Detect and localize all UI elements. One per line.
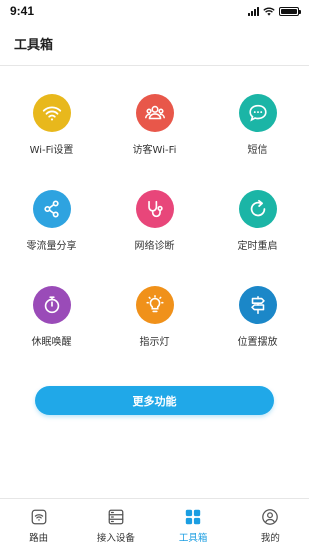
restart-icon bbox=[238, 190, 277, 228]
message-icon bbox=[238, 94, 277, 132]
tool-scheduled-restart[interactable]: 定时重启 bbox=[206, 162, 309, 258]
stethoscope-icon bbox=[135, 190, 174, 228]
page-title: 工具箱 bbox=[14, 38, 54, 53]
tab-router[interactable]: 路由 bbox=[0, 499, 77, 550]
status-icons bbox=[248, 6, 301, 16]
bulb-icon bbox=[135, 286, 174, 324]
tool-wifi-settings[interactable]: Wi-Fi设置 bbox=[0, 66, 103, 162]
toolbox-icon bbox=[185, 509, 201, 525]
battery-icon bbox=[279, 6, 301, 16]
more-features-button[interactable]: 更多功能 bbox=[35, 386, 274, 415]
tool-label: 短信 bbox=[247, 145, 268, 156]
tool-grid: Wi-Fi设置 访客Wi-Fi 短信 零流量分享 网络诊断 定时重启 休眠唤醒 … bbox=[0, 66, 309, 354]
tool-indicator-light[interactable]: 指示灯 bbox=[103, 258, 206, 354]
header: 工具箱 bbox=[0, 22, 309, 66]
tool-placement[interactable]: 位置摆放 bbox=[206, 258, 309, 354]
router-icon bbox=[31, 509, 47, 525]
status-bar: 9:41 bbox=[0, 0, 309, 22]
tool-label: 访客Wi-Fi bbox=[132, 145, 177, 156]
tool-sleep-wake[interactable]: 休眠唤醒 bbox=[0, 258, 103, 354]
tool-label: 位置摆放 bbox=[237, 337, 278, 348]
guests-icon bbox=[135, 94, 174, 132]
tab-label: 接入设备 bbox=[96, 533, 135, 544]
tool-guest-wifi[interactable]: 访客Wi-Fi bbox=[103, 66, 206, 162]
tab-label: 工具箱 bbox=[178, 533, 208, 544]
tool-zero-data-share[interactable]: 零流量分享 bbox=[0, 162, 103, 258]
cellular-signal-icon bbox=[248, 6, 259, 16]
tab-label: 我的 bbox=[260, 533, 280, 544]
tool-sms[interactable]: 短信 bbox=[206, 66, 309, 162]
tool-label: Wi-Fi设置 bbox=[29, 145, 74, 156]
bottom-tab-bar: 路由 接入设备 工具箱 我的 bbox=[0, 498, 309, 550]
tool-label: 指示灯 bbox=[139, 337, 170, 348]
tool-network-diagnosis[interactable]: 网络诊断 bbox=[103, 162, 206, 258]
timer-icon bbox=[32, 286, 71, 324]
tab-profile[interactable]: 我的 bbox=[232, 499, 309, 550]
tool-label: 网络诊断 bbox=[134, 241, 175, 252]
tool-label: 零流量分享 bbox=[26, 241, 77, 252]
profile-icon bbox=[262, 509, 279, 525]
signpost-icon bbox=[238, 286, 277, 324]
share-icon bbox=[32, 190, 71, 228]
tool-label: 定时重启 bbox=[237, 241, 278, 252]
tab-toolbox[interactable]: 工具箱 bbox=[155, 499, 232, 550]
tab-connected-devices[interactable]: 接入设备 bbox=[77, 499, 154, 550]
wifi-icon bbox=[32, 94, 71, 132]
tab-label: 路由 bbox=[29, 533, 49, 544]
status-time: 9:41 bbox=[10, 4, 35, 18]
wifi-status-icon bbox=[263, 7, 275, 16]
devices-icon bbox=[108, 509, 124, 525]
tool-label: 休眠唤醒 bbox=[31, 337, 72, 348]
